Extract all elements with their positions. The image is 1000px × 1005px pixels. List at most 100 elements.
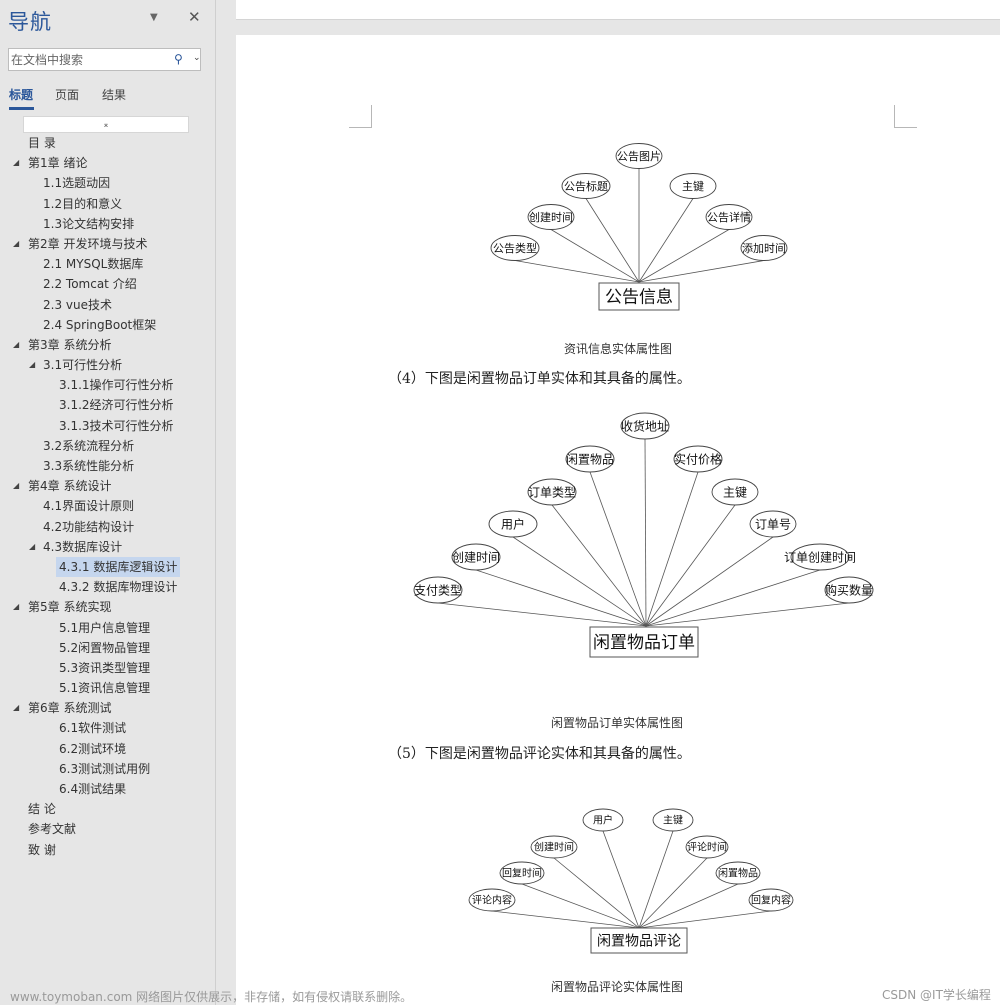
- tree-item[interactable]: 3.2系统流程分析: [0, 436, 216, 456]
- collapse-triangle-icon[interactable]: ◢: [29, 355, 35, 375]
- tree-item[interactable]: 3.3系统性能分析: [0, 456, 216, 476]
- figure-caption: 资讯信息实体属性图: [564, 342, 673, 356]
- tree-item[interactable]: 目 录: [0, 133, 216, 153]
- tree-item-label: 3.1可行性分析: [43, 358, 123, 373]
- tree-item-label: 致 谢: [28, 842, 56, 857]
- tree-item[interactable]: 4.2功能结构设计: [0, 517, 216, 537]
- tree-item[interactable]: 3.1.3技术可行性分析: [0, 416, 216, 436]
- tree-item[interactable]: 致 谢: [0, 840, 216, 860]
- collapse-triangle-icon[interactable]: ◢: [13, 476, 19, 496]
- previous-page-edge: [236, 0, 1000, 20]
- document-area[interactable]: 公告类型 创建时间 公告标题 公告图片 主键 公告详情 添加时间 公告信息 支付类型 创建时间用…: [217, 0, 1000, 1005]
- tree-item-label: 2.4 SpringBoot框架: [43, 317, 157, 332]
- er-attribute-label: 创建时间: [534, 841, 574, 854]
- tree-item-label: 5.1用户信息管理: [59, 620, 151, 635]
- tree-item-label: 6.4测试结果: [59, 782, 127, 796]
- tree-item[interactable]: 3.1.1操作可行性分析: [0, 375, 216, 395]
- collapse-triangle-icon[interactable]: ◢: [13, 234, 19, 254]
- tree-item[interactable]: 1.1选题动因: [0, 173, 216, 193]
- tree-item[interactable]: ◢ 3.1可行性分析: [0, 355, 216, 375]
- tree-item[interactable]: 4.3.2 数据库物理设计: [0, 577, 216, 597]
- tree-item[interactable]: 6.2测试环境: [0, 739, 216, 759]
- tree-item[interactable]: 1.3论文结构安排: [0, 214, 216, 234]
- tree-item[interactable]: 5.3资讯类型管理: [0, 658, 216, 678]
- er-attribute-label: 回复时间: [502, 867, 542, 880]
- chevron-down-icon[interactable]: ⌄: [193, 53, 201, 63]
- tree-item[interactable]: ◢ 第2章 开发环境与技术: [0, 234, 216, 254]
- tree-item-label: 参考文献: [28, 822, 77, 837]
- figure-caption: 闲置物品订单实体属性图: [551, 716, 684, 730]
- tree-item[interactable]: 6.3测试测试用例: [0, 759, 216, 779]
- tree-item[interactable]: ◢ 第4章 系统设计: [0, 476, 216, 496]
- body-paragraph: （5）下图是闲置物品评论实体和其具备的属性。: [388, 746, 691, 762]
- tree-item[interactable]: 2.2 Tomcat 介绍: [0, 274, 216, 294]
- navigation-pane: 导航 ▼ ✕ ⚲ ⌄ 标题 页面 结果 ⌅ 目 录 ◢ 第1章 绪论 1.1选题动因 1…: [0, 0, 216, 1005]
- er-attribute-label: 评论时间: [687, 841, 727, 854]
- tree-item[interactable]: ◢ 第6章 系统测试: [0, 698, 216, 718]
- search-icon[interactable]: ⚲: [174, 52, 183, 66]
- tree-item[interactable]: ◢ 第1章 绪论: [0, 153, 216, 173]
- figure-caption: 闲置物品评论实体属性图: [551, 980, 684, 994]
- tree-item[interactable]: 参考文献: [0, 819, 216, 839]
- tree-item-label: 3.1.1操作可行性分析: [59, 378, 174, 393]
- tab-pages[interactable]: 页面: [55, 86, 79, 103]
- tree-item-label: 6.3测试测试用例: [59, 761, 151, 776]
- tree-item[interactable]: 5.1用户信息管理: [0, 618, 216, 638]
- tree-item-label: 4.1界面设计原则: [43, 499, 135, 514]
- tree-item-label: 5.2闲置物品管理: [59, 640, 151, 655]
- tree-item-label: 1.3论文结构安排: [43, 216, 135, 231]
- tree-item-label: 第1章 绪论: [28, 156, 88, 171]
- document-page[interactable]: 公告类型 创建时间 公告标题 公告图片 主键 公告详情 添加时间 公告信息 支付类型 创建时间用…: [236, 35, 1000, 1005]
- heading-tree: 目 录 ◢ 第1章 绪论 1.1选题动因 1.2目的和意义 1.3论文结构安排 ◢ 第2章 开…: [0, 133, 216, 860]
- tree-item[interactable]: 4.1界面设计原则: [0, 496, 216, 516]
- tree-item-label: 4.3数据库设计: [43, 539, 123, 554]
- tree-item[interactable]: 5.2闲置物品管理: [0, 638, 216, 658]
- tree-item[interactable]: 1.2目的和意义: [0, 194, 216, 214]
- collapse-triangle-icon[interactable]: ◢: [13, 698, 19, 718]
- er-attribute-label: 用户: [593, 814, 613, 827]
- er-connector-line: [638, 857, 708, 929]
- tree-item[interactable]: 2.4 SpringBoot框架: [0, 315, 216, 335]
- collapse-triangle-icon[interactable]: ◢: [13, 335, 19, 355]
- tree-item-label: 第3章 系统分析: [28, 337, 112, 352]
- er-diagram-comment: 评论内容 回复时间 创建时间 用户 主键评论时间闲置物品回复内容闲置物品评论: [468, 808, 794, 954]
- tree-item-label: 3.1.3技术可行性分析: [59, 418, 174, 433]
- tree-item-label: 3.3系统性能分析: [43, 459, 135, 473]
- tree-item[interactable]: 3.1.2经济可行性分析: [0, 395, 216, 415]
- close-icon[interactable]: ✕: [188, 8, 201, 26]
- tree-item[interactable]: 2.1 MYSQL数据库: [0, 254, 216, 274]
- tree-item[interactable]: ◢ 第5章 系统实现: [0, 597, 216, 617]
- collapse-triangle-icon[interactable]: ◢: [13, 153, 19, 173]
- tree-item[interactable]: 2.3 vue技术: [0, 295, 216, 315]
- tree-item[interactable]: ◢ 第3章 系统分析: [0, 335, 216, 355]
- watermark-text: www.toymoban.com 网络图片仅供展示，非存储，如有侵权请联系删除。: [10, 990, 413, 1004]
- word-window: 导航 ▼ ✕ ⚲ ⌄ 标题 页面 结果 ⌅ 目 录 ◢ 第1章 绪论 1.1选题动因 1…: [0, 0, 1000, 1005]
- tree-item[interactable]: ◢ 4.3数据库设计: [0, 537, 216, 557]
- tree-item[interactable]: 6.4测试结果: [0, 779, 216, 799]
- tree-item-label: 结 论: [28, 802, 56, 817]
- tree-item-label: 4.3.1 数据库逻辑设计: [56, 556, 181, 577]
- tree-item[interactable]: 结 论: [0, 799, 216, 819]
- tab-results[interactable]: 结果: [102, 86, 126, 103]
- tree-item-label: 5.1资讯信息管理: [59, 681, 151, 696]
- tab-headings[interactable]: 标题: [9, 86, 35, 110]
- er-entity-label: 闲置物品评论: [597, 934, 681, 950]
- tree-item-label: 1.1选题动因: [43, 176, 111, 191]
- tree-item[interactable]: 6.1软件测试: [0, 718, 216, 738]
- collapse-triangle-icon[interactable]: ◢: [29, 537, 35, 557]
- collapse-triangle-icon[interactable]: ◢: [13, 597, 19, 617]
- tree-item-label: 4.3.2 数据库物理设计: [59, 580, 178, 595]
- tree-item-label: 6.2测试环境: [59, 741, 127, 756]
- tree-item-label: 目 录: [28, 136, 56, 150]
- search-input[interactable]: [11, 51, 161, 69]
- tree-item-label: 4.2功能结构设计: [43, 519, 135, 534]
- tree-item-label: 3.1.2经济可行性分析: [59, 398, 174, 413]
- tree-item[interactable]: 4.3.1 数据库逻辑设计: [0, 556, 216, 577]
- tree-item-label: 2.2 Tomcat 介绍: [43, 277, 137, 292]
- tree-item[interactable]: 5.1资讯信息管理: [0, 678, 216, 698]
- pane-options-icon[interactable]: ▼: [150, 12, 158, 23]
- scroll-up-button[interactable]: ⌅: [23, 116, 189, 133]
- er-connector-line: [638, 830, 674, 929]
- er-attribute-label: 评论内容: [472, 894, 512, 907]
- tree-item-label: 2.1 MYSQL数据库: [43, 257, 144, 272]
